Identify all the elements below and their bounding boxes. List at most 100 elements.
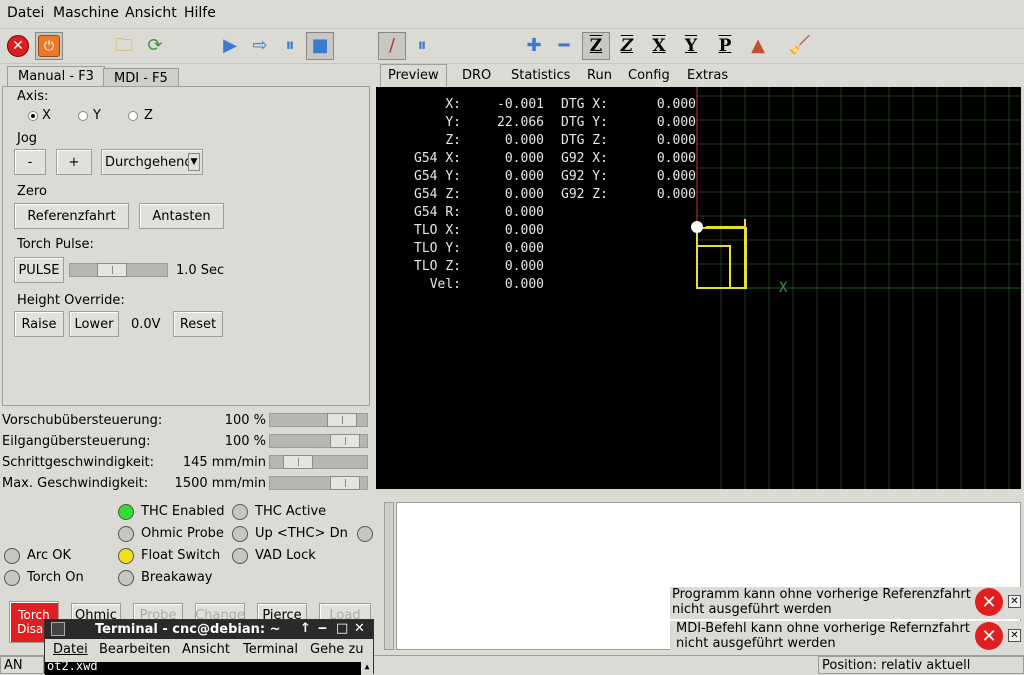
view-z2-icon: Z	[620, 36, 634, 56]
pulse-button[interactable]: PULSE	[14, 257, 64, 283]
jog-speed-row: Schrittgeschwindigkeit: 145 mm/min	[0, 452, 372, 473]
step-icon: ⇨	[252, 35, 268, 56]
terminal-menu-datei[interactable]: Datei	[53, 642, 88, 657]
jog-plus-button[interactable]: +	[56, 149, 92, 175]
rotate-view-button[interactable]: ▲	[744, 32, 772, 60]
view-z-button[interactable]: Z	[582, 32, 610, 60]
menu-maschine[interactable]: Maschine	[53, 5, 119, 21]
estop-button[interactable]: ✕	[4, 32, 32, 60]
thc-active-label: THC Active	[255, 504, 327, 519]
maximize-icon[interactable]: □	[336, 621, 348, 636]
tab-preview[interactable]: Preview	[380, 64, 447, 87]
dro-label: G54 Y:	[414, 169, 461, 184]
max-velocity-row: Max. Geschwindigkeit: 1500 mm/min	[0, 473, 372, 494]
dro-label: G92 Z:	[561, 187, 608, 202]
clear-plot-button[interactable]: 🧹	[786, 32, 814, 60]
terminal-output[interactable]: ot2.xwd ▲	[45, 662, 373, 675]
axis-x-label: X	[42, 108, 51, 123]
view-z-icon: Z	[589, 36, 603, 56]
tab-config[interactable]: Config	[622, 66, 676, 86]
reset-button[interactable]: Reset	[173, 311, 223, 337]
jog-minus-button[interactable]: -	[14, 149, 46, 175]
terminal-menu-ansicht[interactable]: Ansicht	[182, 642, 230, 657]
dro-label: DTG X:	[561, 97, 608, 112]
dro-label: DTG Z:	[561, 133, 608, 148]
block-delete-button[interactable]: /	[378, 32, 406, 60]
axis-z-radio[interactable]	[128, 111, 138, 121]
arrow-up-icon[interactable]: ↑	[300, 621, 311, 636]
menu-datei[interactable]: Datei	[7, 5, 44, 21]
stop-button[interactable]: ■	[306, 32, 334, 60]
axis-y-radio[interactable]	[78, 111, 88, 121]
jog-mode-select[interactable]: Durchgehend ▼	[101, 149, 203, 175]
close-icon[interactable]: ✕	[1008, 629, 1021, 642]
view-p-button[interactable]: P	[711, 32, 739, 60]
jog-speed-slider[interactable]	[269, 455, 368, 469]
zoom-in-button[interactable]: ✚	[520, 32, 548, 60]
override-sliders: Vorschubübersteuerung: 100 % Eilgangüber…	[0, 410, 372, 494]
dro-label: G54 Z:	[414, 187, 461, 202]
terminal-title-bar[interactable]: Terminal - cnc@debian: ~ ↑ ‒ □ ✕	[45, 620, 373, 639]
menu-hilfe[interactable]: Hilfe	[184, 5, 216, 21]
terminal-menu-bearbeiten[interactable]: Bearbeiten	[99, 642, 170, 657]
thc-up-led	[232, 526, 248, 542]
tab-statistics[interactable]: Statistics	[505, 66, 576, 86]
raise-button[interactable]: Raise	[14, 311, 64, 337]
minimize-icon[interactable]: ‒	[318, 621, 327, 636]
dro-label: G92 Y:	[561, 169, 608, 184]
slider-thumb[interactable]	[330, 476, 360, 490]
optional-stop-button[interactable]: ⏸	[408, 32, 436, 60]
dro-label: TLO X:	[414, 223, 461, 238]
close-icon[interactable]: ✕	[1008, 595, 1021, 608]
tab-manual[interactable]: Manual - F3	[7, 66, 105, 87]
terminal-window: Terminal - cnc@debian: ~ ↑ ‒ □ ✕ Datei B…	[44, 619, 374, 675]
torch-on-label: Torch On	[27, 570, 84, 585]
view-y-button[interactable]: Y	[677, 32, 705, 60]
view-x-button[interactable]: X	[645, 32, 673, 60]
slider-thumb[interactable]	[330, 434, 360, 448]
terminal-text: ot2.xwd	[47, 662, 98, 673]
feed-override-slider[interactable]	[269, 413, 368, 427]
thc-enabled-label: THC Enabled	[141, 504, 225, 519]
terminal-menu-bar: Datei Bearbeiten Ansicht Terminal Gehe z…	[45, 640, 373, 662]
reload-button[interactable]: ⟳	[141, 32, 169, 60]
slider-thumb[interactable]	[327, 413, 357, 427]
max-velocity-slider[interactable]	[269, 476, 368, 490]
tool-position-icon	[691, 221, 703, 233]
home-button[interactable]: Referenzfahrt	[14, 203, 129, 229]
gcode-scrollbar[interactable]	[384, 502, 394, 650]
tab-extras[interactable]: Extras	[681, 66, 734, 86]
menu-ansicht[interactable]: Ansicht	[125, 5, 177, 21]
tab-dro[interactable]: DRO	[456, 66, 497, 86]
pulse-value: 1.0 Sec	[176, 263, 225, 278]
rapid-override-slider[interactable]	[269, 434, 368, 448]
terminal-title: Terminal - cnc@debian: ~	[95, 622, 281, 637]
run-button[interactable]: ▶	[216, 32, 244, 60]
close-icon[interactable]: ✕	[354, 621, 365, 636]
step-button[interactable]: ⇨	[246, 32, 274, 60]
torch-pulse-slider[interactable]	[69, 263, 168, 277]
jog-mode-value: Durchgehend	[105, 154, 193, 170]
tab-mdi[interactable]: MDI - F5	[103, 68, 179, 87]
open-file-button[interactable]: 🗀	[110, 32, 138, 60]
zoom-out-button[interactable]: ━	[550, 32, 578, 60]
scroll-up-icon[interactable]: ▲	[361, 662, 373, 675]
float-switch-label: Float Switch	[141, 548, 221, 563]
jog-speed-value: 145 mm/min	[182, 455, 266, 470]
zoom-in-icon: ✚	[526, 35, 542, 56]
notification-line: nicht ausgeführt werden	[672, 602, 832, 617]
touch-off-button[interactable]: Antasten	[139, 203, 224, 229]
dro-label: DTG Y:	[561, 115, 608, 130]
terminal-menu-terminal[interactable]: Terminal	[243, 642, 298, 657]
terminal-menu-gehe-zu[interactable]: Gehe zu	[310, 642, 364, 657]
machine-power-button[interactable]: ⏻	[35, 32, 63, 60]
view-z2-button[interactable]: Z	[613, 32, 641, 60]
tab-run[interactable]: Run	[581, 66, 618, 86]
slider-thumb[interactable]	[283, 455, 313, 469]
pause-button[interactable]: ⏸	[276, 32, 304, 60]
preview-canvas[interactable]: X X: -0.001 Y: 22.066 Z: 0.000 G54 X: 0.…	[376, 87, 1021, 489]
axis-x-radio[interactable]	[28, 111, 38, 121]
slider-thumb[interactable]	[97, 263, 127, 277]
lower-button[interactable]: Lower	[69, 311, 119, 337]
dro-value: 0.000	[656, 115, 696, 130]
